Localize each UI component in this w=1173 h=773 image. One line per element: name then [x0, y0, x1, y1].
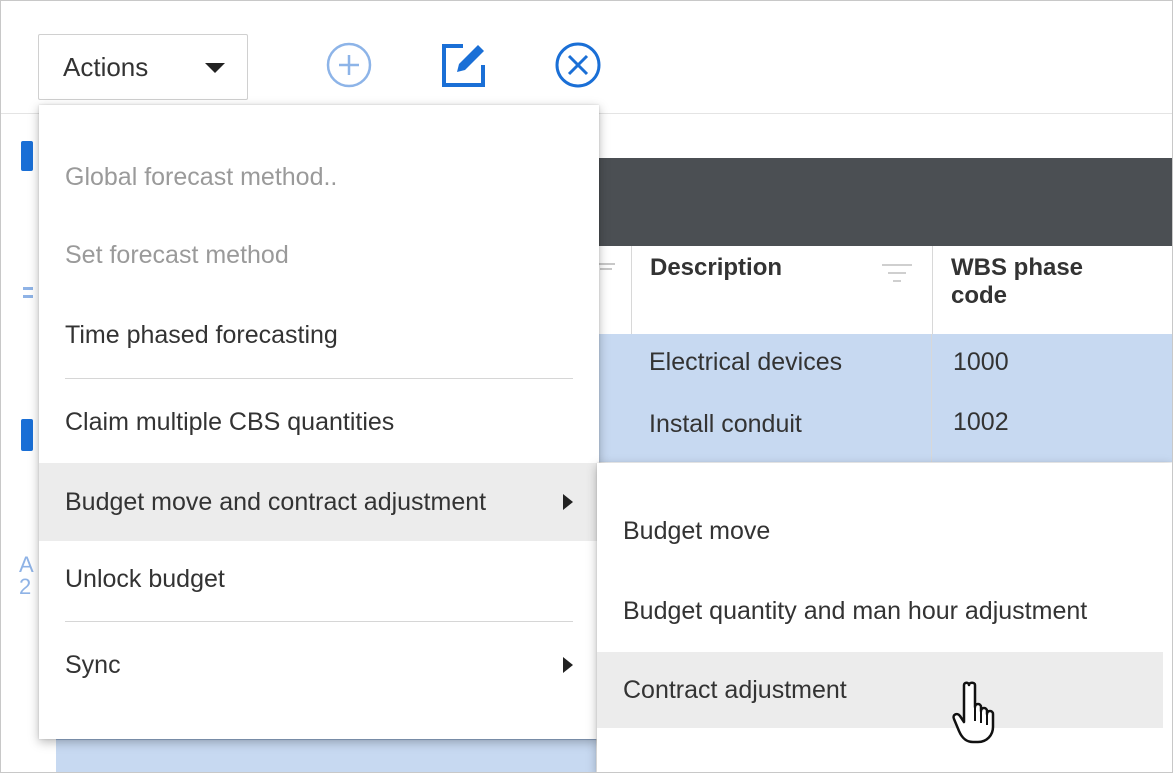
menu-item-set-forecast-method[interactable]: Set forecast method	[39, 218, 599, 292]
menu-item-sync[interactable]: Sync	[39, 627, 599, 703]
menu-item-label: Unlock budget	[65, 564, 225, 593]
submenu-item-budget-move[interactable]: Budget move	[597, 493, 1172, 569]
menu-separator	[65, 378, 573, 379]
left-strip-icon	[21, 141, 33, 171]
table-row[interactable]: Install conduit 1002	[597, 394, 1172, 462]
menu-separator	[65, 621, 573, 622]
submenu-item-label: Budget move	[623, 516, 771, 545]
actions-label: Actions	[63, 51, 149, 82]
left-strip-icon	[23, 295, 33, 298]
table-row[interactable]: Electrical devices 1000	[597, 334, 1172, 394]
hand-pointer-icon	[952, 681, 995, 744]
column-header-wbs[interactable]: WBS phase code	[932, 246, 1172, 334]
filter-icon[interactable]	[597, 262, 615, 276]
left-strip-icon	[23, 287, 33, 290]
grid-header-bar	[597, 158, 1172, 246]
filter-icon[interactable]	[882, 262, 912, 284]
edit-icon[interactable]	[439, 41, 487, 89]
cell-wbs: 1000	[953, 348, 1009, 376]
app-window: A 2 Description WBS phase code Electrica…	[0, 0, 1173, 773]
column-divider	[931, 334, 932, 462]
column-header-label: Description	[650, 254, 783, 281]
menu-item-time-phased-forecasting[interactable]: Time phased forecasting	[39, 298, 599, 372]
cancel-icon[interactable]	[554, 41, 602, 89]
menu-item-label: Sync	[65, 650, 121, 679]
chevron-down-icon	[205, 63, 225, 73]
left-strip-icon	[21, 419, 33, 451]
cell-description: Electrical devices	[649, 348, 843, 376]
submenu-item-label: Budget quantity and man hour adjustment	[623, 596, 1088, 625]
menu-item-claim-multiple-cbs-quantities[interactable]: Claim multiple CBS quantities	[39, 385, 599, 459]
actions-menu: Global forecast method.. Set forecast me…	[39, 105, 599, 739]
menu-item-global-forecast-method[interactable]: Global forecast method..	[39, 140, 599, 214]
menu-item-label: Global forecast method..	[65, 162, 338, 191]
toolbar: Actions	[1, 1, 1172, 114]
menu-item-label: Set forecast method	[65, 240, 289, 269]
menu-item-label: Time phased forecasting	[65, 320, 338, 349]
actions-dropdown-button[interactable]: Actions	[38, 34, 248, 100]
submenu-item-contract-adjustment[interactable]: Contract adjustment	[597, 652, 1163, 728]
column-header-label: WBS phase code	[951, 254, 1084, 309]
table-row[interactable]	[56, 739, 596, 772]
budget-submenu: Budget move Budget quantity and man hour…	[597, 463, 1172, 772]
cell-wbs: 1002	[953, 408, 1009, 436]
submenu-item-budget-quantity-adjustment[interactable]: Budget quantity and man hour adjustment	[597, 573, 1172, 649]
menu-item-budget-move-and-contract-adjustment[interactable]: Budget move and contract adjustment	[39, 463, 599, 541]
column-header-description[interactable]: Description	[631, 246, 932, 334]
menu-item-unlock-budget[interactable]: Unlock budget	[39, 541, 599, 617]
submenu-item-label: Contract adjustment	[623, 675, 847, 704]
column-header-partial[interactable]	[597, 246, 633, 334]
chevron-right-icon	[563, 657, 573, 673]
menu-item-label: Budget move and contract adjustment	[65, 487, 487, 516]
add-icon[interactable]	[325, 41, 373, 89]
chevron-right-icon	[563, 494, 573, 510]
left-strip-text: A 2	[19, 552, 34, 599]
menu-item-label: Claim multiple CBS quantities	[65, 407, 395, 436]
cell-description: Install conduit	[649, 410, 802, 438]
